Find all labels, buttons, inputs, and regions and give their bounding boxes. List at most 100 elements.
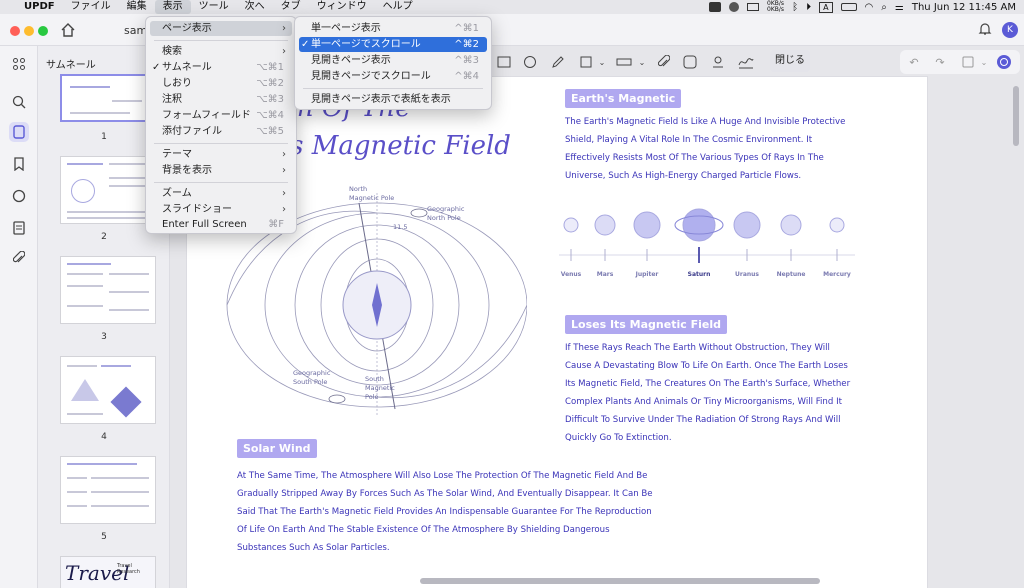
thumbnail-page-3[interactable] <box>60 256 156 324</box>
close-button[interactable]: 閉じる <box>770 50 810 72</box>
redo-icon[interactable]: ↷ <box>932 54 948 70</box>
checkmark-icon: ✓ <box>301 39 310 50</box>
menu-item-label: Enter Full Screen <box>162 219 247 230</box>
menu-go[interactable]: 次へ <box>237 0 273 14</box>
view-menu-item-thumbnails[interactable]: ✓ サムネール ⌥⌘1 <box>150 60 292 75</box>
app-status-icon[interactable] <box>729 2 740 12</box>
comment-icon[interactable] <box>9 186 29 206</box>
page-display-item-two-page[interactable]: 見開きページ表示 ^⌘3 <box>299 53 487 68</box>
save-icon[interactable] <box>960 54 976 70</box>
battery-icon[interactable] <box>840 3 857 11</box>
measure-icon[interactable] <box>616 54 632 70</box>
shape-icon[interactable] <box>578 54 594 70</box>
page-display-item-single-scroll[interactable]: ✓ 単一ページでスクロール ^⌘2 <box>299 37 487 52</box>
page-display-item-two-page-cover[interactable]: 見開きページ表示で表紙を表示 <box>299 92 487 107</box>
comment-bubble-icon[interactable] <box>522 54 538 70</box>
menu-item-label: サムネール <box>162 62 212 73</box>
view-menu-item-theme[interactable]: テーマ › <box>150 147 292 162</box>
menu-item-label: フォームフィールド <box>162 110 251 121</box>
menu-separator <box>303 88 483 89</box>
view-menu-item-form-fields[interactable]: フォームフィールド ⌥⌘4 <box>150 108 292 123</box>
view-menu-item-attachments[interactable]: 添付ファイル ⌥⌘5 <box>150 124 292 139</box>
attachment-icon[interactable] <box>9 248 29 268</box>
thumbnail-page-6[interactable]: Travel Travel Research <box>60 556 156 588</box>
view-menu-item-search[interactable]: 検索 › <box>150 44 292 59</box>
horizontal-scrollbar[interactable] <box>420 578 820 584</box>
stamp-icon[interactable] <box>710 54 726 70</box>
menu-file[interactable]: ファイル <box>63 0 119 14</box>
input-source[interactable]: A <box>819 1 833 13</box>
thumbnail-page-5[interactable] <box>60 456 156 524</box>
view-menu-item-full-screen[interactable]: Enter Full Screen ⌘F <box>150 217 292 232</box>
menu-tab[interactable]: タブ <box>273 0 309 14</box>
pages-icon[interactable] <box>9 122 29 142</box>
notification-bell-icon[interactable] <box>978 22 992 36</box>
view-menu-item-bookmarks[interactable]: しおり ⌥⌘2 <box>150 76 292 91</box>
menu-view[interactable]: 表示 <box>154 0 191 14</box>
menu-item-label: 単一ページ表示 <box>311 23 381 34</box>
wifi-icon[interactable]: ◠ <box>865 2 874 13</box>
menu-separator <box>154 40 288 41</box>
menu-window[interactable]: ウィンドウ <box>309 0 375 14</box>
account-avatar[interactable]: K <box>1002 22 1018 38</box>
label-geographic-south-pole: Geographic South Pole <box>293 369 331 386</box>
form-icon[interactable] <box>9 218 29 238</box>
search-icon[interactable] <box>9 92 29 112</box>
thumbnail-page-2[interactable] <box>60 156 156 224</box>
thumbnail-page-1[interactable] <box>60 74 156 122</box>
thumbnail-page-4[interactable] <box>60 356 156 424</box>
minimize-window-button[interactable] <box>24 26 34 36</box>
menu-shortcut: ⌥⌘1 <box>256 62 284 73</box>
menu-shortcut: ⌘F <box>268 219 284 230</box>
page-display-submenu: 単一ページ表示 ^⌘1 ✓ 単一ページでスクロール ^⌘2 見開きページ表示 ^⌘3 見… <box>294 16 492 110</box>
menu-bar: UPDF ファイル 編集 表示 ツール 次へ タブ ウィンドウ ヘルプ 0KB/… <box>0 0 1024 14</box>
page-display-item-single[interactable]: 単一ページ表示 ^⌘1 <box>299 21 487 36</box>
close-window-button[interactable] <box>10 26 20 36</box>
chevron-down-icon[interactable]: ⌄ <box>594 54 610 70</box>
view-menu-item-zoom[interactable]: ズーム › <box>150 186 292 201</box>
pdf-page: ation Of The 's Magnetic Field NorthMagn… <box>186 76 928 588</box>
chevron-right-icon: › <box>282 204 286 215</box>
view-menu-item-annotations[interactable]: 注釈 ⌥⌘3 <box>150 92 292 107</box>
pencil-icon[interactable] <box>550 54 566 70</box>
sticker-icon[interactable] <box>682 54 698 70</box>
apple-menu[interactable] <box>0 0 16 14</box>
page-display-item-two-page-scroll[interactable]: 見開きページでスクロール ^⌘4 <box>299 69 487 84</box>
bluetooth-icon[interactable]: ᛒ <box>792 2 798 13</box>
checkmark-icon: ✓ <box>152 62 161 73</box>
signature-icon[interactable] <box>738 54 754 70</box>
paperclip-icon[interactable] <box>656 54 672 70</box>
menu-tools[interactable]: ツール <box>191 0 237 14</box>
view-menu-item-page-display[interactable]: ページ表示 › <box>150 21 292 36</box>
chevron-down-icon[interactable]: ⌄ <box>634 54 650 70</box>
grid-icon[interactable] <box>9 54 29 74</box>
vertical-scrollbar[interactable] <box>1013 86 1019 146</box>
undo-icon[interactable]: ↶ <box>906 54 922 70</box>
network-speed: 0KB/s 0KB/s <box>767 1 784 13</box>
view-menu-item-slideshow[interactable]: スライドショー › <box>150 202 292 217</box>
heading-loses-magnetic-field: Loses Its Magnetic Field <box>565 315 727 334</box>
clock[interactable]: Thu Jun 12 11:45 AM <box>912 2 1016 13</box>
view-menu-item-show-background[interactable]: 背景を表示 › <box>150 163 292 178</box>
thumbnail-page-number: 4 <box>101 432 107 442</box>
menu-edit[interactable]: 編集 <box>119 0 155 14</box>
menu-help[interactable]: ヘルプ <box>375 0 421 14</box>
home-icon[interactable] <box>60 22 76 38</box>
text-box-icon[interactable] <box>496 54 512 70</box>
thumbnail-travel-caption: Travel Research <box>117 563 140 575</box>
planet-label-saturn: Saturn <box>687 271 711 278</box>
zoom-window-button[interactable] <box>38 26 48 36</box>
bookmark-icon[interactable] <box>9 154 29 174</box>
chevron-down-icon[interactable]: ⌄ <box>976 54 992 70</box>
label-north-magnetic-pole: North Magnetic Pole <box>349 185 395 202</box>
window-status-icon[interactable] <box>747 3 760 11</box>
search-icon[interactable]: ⌕ <box>881 2 887 13</box>
menu-shortcut: ⌥⌘3 <box>256 94 284 105</box>
menu-item-label: テーマ <box>162 149 192 160</box>
updf-status-icon[interactable] <box>709 2 722 12</box>
thumbnail-panel-title: サムネール <box>46 60 96 71</box>
ai-assistant-icon[interactable] <box>996 54 1012 70</box>
app-menu[interactable]: UPDF <box>16 0 63 14</box>
control-center-icon[interactable]: ⚌ <box>895 2 904 13</box>
play-icon[interactable]: ⏵ <box>806 2 811 13</box>
